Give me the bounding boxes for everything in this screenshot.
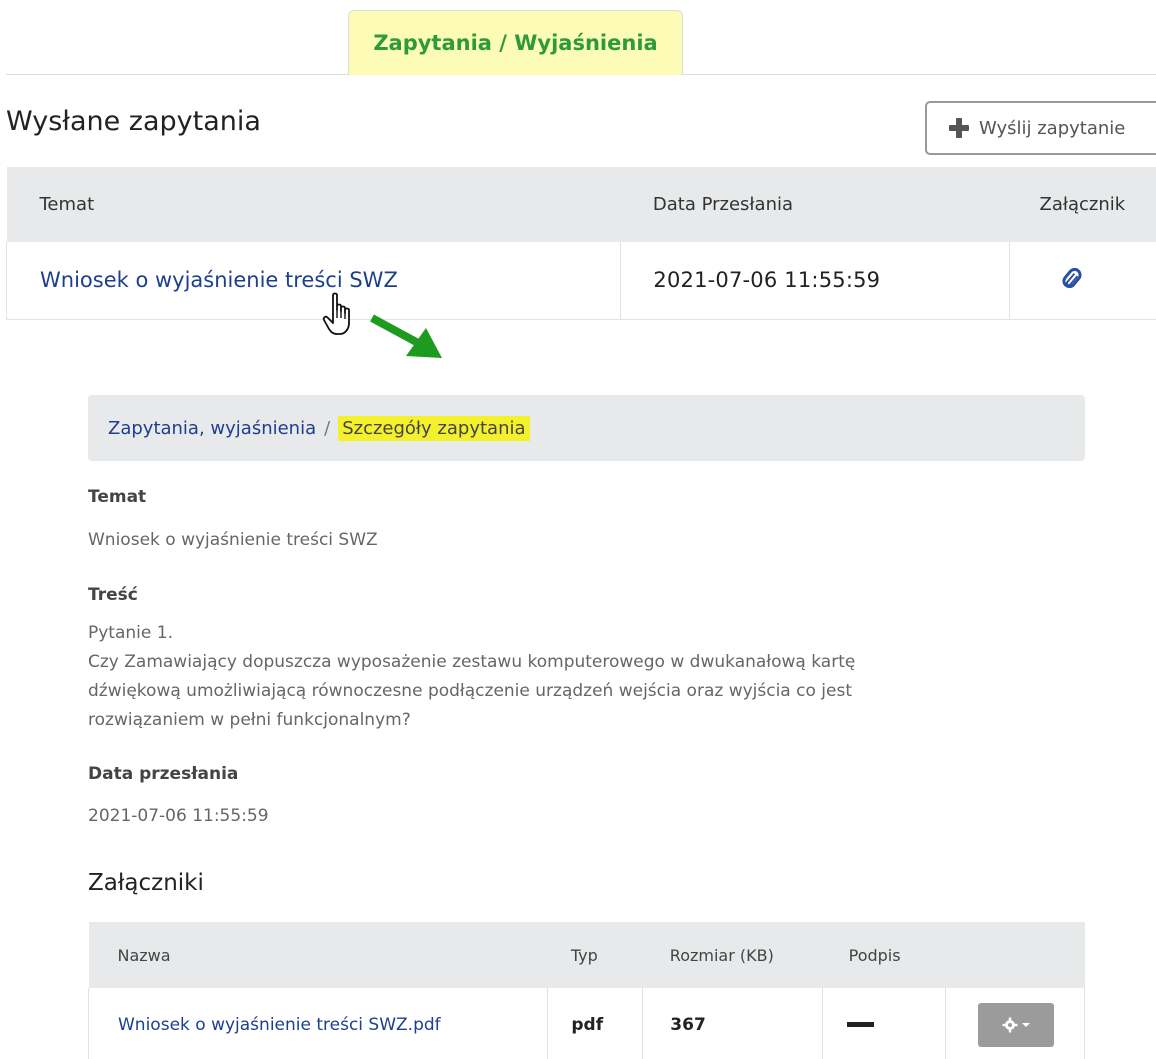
- content-line: Pytanie 1.: [88, 623, 173, 643]
- table-row: Wniosek o wyjaśnienie treści SWZ 2021-07…: [5, 242, 1156, 320]
- column-header-subject[interactable]: Temat: [6, 167, 621, 242]
- column-header-actions: [945, 922, 1085, 988]
- paperclip-icon[interactable]: [1059, 264, 1084, 291]
- attachment-cell: [1009, 242, 1156, 320]
- hand-pointer-cursor-icon: [322, 292, 350, 335]
- tab-zapytania-wyjasnienia[interactable]: Zapytania / Wyjaśnienia: [348, 10, 683, 75]
- attachments-header-row: Nazwa Typ Rozmiar (KB) Podpis: [88, 922, 1085, 988]
- sent-queries-table: Temat Data Przesłania Załącznik Wniosek …: [5, 167, 1156, 320]
- attachment-actions-cell: [945, 988, 1085, 1059]
- date-cell: 2021-07-06 11:55:59: [620, 242, 1011, 320]
- subject-value: Wniosek o wyjaśnienie treści SWZ: [88, 530, 378, 550]
- section-title: Wysłane zapytania: [6, 106, 261, 137]
- caret-down-icon: [1022, 1022, 1031, 1027]
- subject-cell: Wniosek o wyjaśnienie treści SWZ: [5, 242, 622, 320]
- attachments-table: Nazwa Typ Rozmiar (KB) Podpis Wniosek o …: [87, 922, 1085, 1059]
- send-query-button[interactable]: Wyślij zapytanie: [925, 101, 1156, 155]
- date-value: 2021-07-06 11:55:59: [88, 806, 269, 826]
- green-arrow-icon: [370, 314, 442, 358]
- column-header-attachment[interactable]: Załącznik: [1009, 167, 1156, 242]
- attachment-name-cell: Wniosek o wyjaśnienie treści SWZ.pdf: [87, 988, 549, 1059]
- tab-bar: Zapytania / Wyjaśnienia: [6, 10, 1156, 75]
- breadcrumb-separator: /: [324, 417, 331, 439]
- column-header-size[interactable]: Rozmiar (KB): [642, 922, 823, 988]
- column-header-signature[interactable]: Podpis: [822, 922, 946, 988]
- attachments-title: Załączniki: [88, 870, 204, 896]
- attachment-signature-cell: [822, 988, 947, 1059]
- content-label: Treść: [88, 585, 138, 605]
- attachment-type-cell: pdf: [547, 988, 644, 1059]
- breadcrumb-parent-link[interactable]: Zapytania, wyjaśnienia: [108, 418, 316, 439]
- column-header-name[interactable]: Nazwa: [88, 922, 548, 988]
- subject-label: Temat: [88, 487, 147, 507]
- query-subject-link[interactable]: Wniosek o wyjaśnienie treści SWZ: [40, 268, 398, 292]
- content-line: rozwiązaniem w pełni funkcjonalnym?: [88, 710, 411, 730]
- content-line: dźwiękową umożliwiającą równoczesne podł…: [88, 681, 852, 701]
- attachment-size-cell: 367: [642, 988, 824, 1059]
- breadcrumb-current: Szczegóły zapytania: [338, 415, 530, 441]
- plus-icon: [949, 118, 969, 138]
- gear-icon: [1002, 1017, 1018, 1032]
- attachment-file-link[interactable]: Wniosek o wyjaśnienie treści SWZ.pdf: [118, 1015, 441, 1035]
- content-body: Pytanie 1. Czy Zamawiający dopuszcza wyp…: [88, 619, 988, 735]
- table-row: Wniosek o wyjaśnienie treści SWZ.pdf pdf…: [87, 988, 1085, 1059]
- content-line: Czy Zamawiający dopuszcza wyposażenie ze…: [88, 652, 856, 672]
- dash-icon: [847, 1022, 875, 1027]
- breadcrumb: Zapytania, wyjaśnienia / Szczegóły zapyt…: [88, 395, 1085, 461]
- column-header-date[interactable]: Data Przesłania: [620, 167, 1010, 242]
- column-header-type[interactable]: Typ: [547, 922, 643, 988]
- date-label: Data przesłania: [88, 764, 239, 784]
- table-header-row: Temat Data Przesłania Załącznik: [6, 167, 1156, 242]
- actions-dropdown-button[interactable]: [978, 1002, 1055, 1047]
- send-query-label: Wyślij zapytanie: [979, 117, 1126, 139]
